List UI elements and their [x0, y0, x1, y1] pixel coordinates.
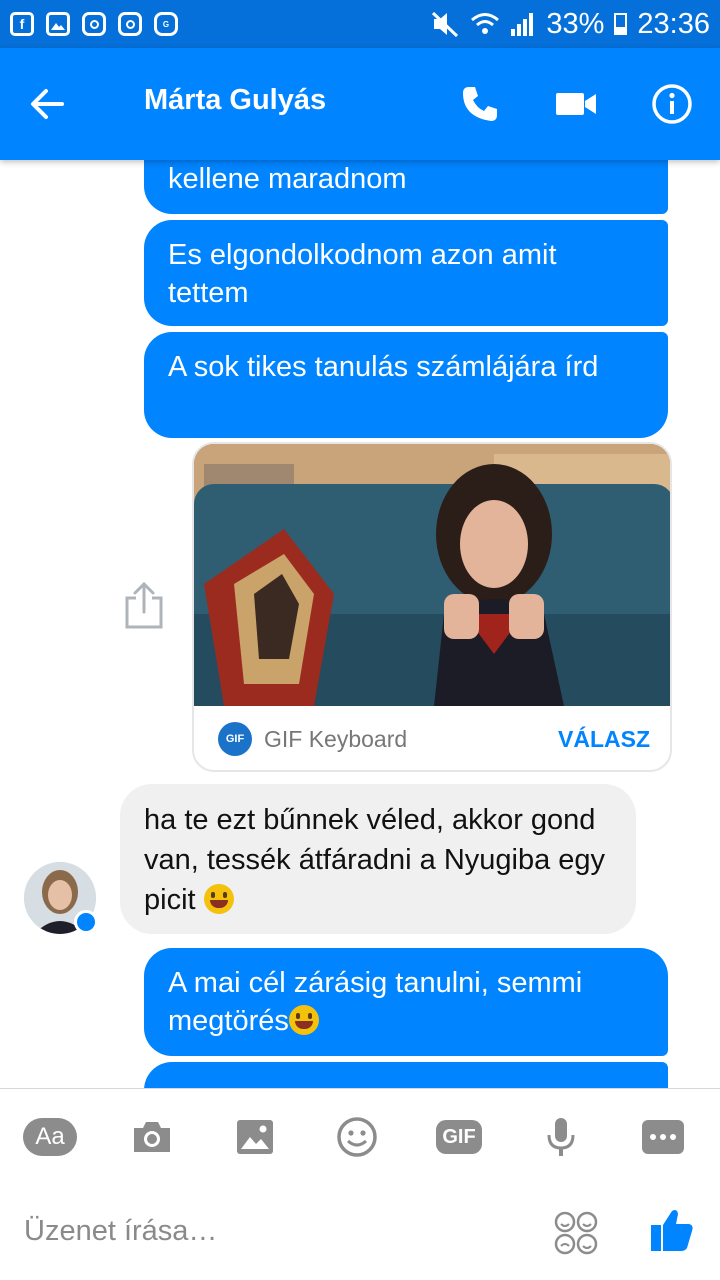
- voice-message-button[interactable]: [533, 1113, 589, 1161]
- gif-source-label: GIF Keyboard: [264, 725, 408, 752]
- stickers-icon: [554, 1211, 598, 1255]
- battery-percent: 33%: [546, 7, 605, 40]
- galaxy-app-icon: G: [154, 12, 178, 36]
- gallery-icon: [46, 12, 70, 36]
- wifi-icon: [471, 13, 500, 34]
- emoji-button[interactable]: [329, 1113, 385, 1161]
- gif-attachment[interactable]: GIF GIF Keyboard VÁLASZ: [192, 442, 672, 772]
- instagram-icon: [118, 12, 142, 36]
- instagram-icon: [82, 12, 106, 36]
- grinning-emoji-icon: [203, 884, 234, 914]
- notification-icons: f G: [10, 12, 178, 36]
- gif-footer: GIF GIF Keyboard VÁLASZ: [194, 706, 670, 770]
- share-button[interactable]: [122, 580, 166, 630]
- outgoing-message-partial[interactable]: [144, 1062, 668, 1088]
- voice-call-button[interactable]: [458, 82, 502, 126]
- info-icon: [652, 84, 692, 124]
- phone-icon: [463, 87, 497, 121]
- more-options-button[interactable]: [635, 1113, 691, 1161]
- mute-icon: [432, 11, 459, 38]
- gif-button[interactable]: GIF: [431, 1113, 487, 1161]
- aa-label: Aa: [23, 1118, 77, 1156]
- video-camera-icon: [556, 93, 596, 115]
- conversation-header: Márta Gulyás: [0, 48, 720, 160]
- back-arrow-icon: [31, 89, 64, 119]
- gif-reply-link[interactable]: VÁLASZ: [558, 726, 650, 753]
- image-icon: [237, 1120, 273, 1154]
- signal-icon: [511, 13, 534, 36]
- contact-name[interactable]: Márta Gulyás: [144, 84, 326, 117]
- grinning-emoji-icon: [288, 1005, 319, 1035]
- camera-icon: [134, 1122, 170, 1152]
- gif-button-label: GIF: [436, 1120, 482, 1154]
- conversation-info-button[interactable]: [650, 82, 694, 126]
- outgoing-message[interactable]: kellene maradnom: [144, 160, 668, 214]
- gallery-button[interactable]: [227, 1113, 283, 1161]
- incoming-message[interactable]: ha te ezt bűnnek véled, akkor gond van, …: [120, 784, 636, 934]
- messenger-badge-icon: [74, 910, 98, 934]
- camera-button[interactable]: [124, 1113, 180, 1161]
- outgoing-message[interactable]: Es elgondolkodnom azon amit tettem: [144, 220, 668, 326]
- share-icon: [125, 581, 163, 629]
- status-bar: f G 33% 23:36: [0, 0, 720, 48]
- more-icon: [642, 1120, 684, 1154]
- avatar[interactable]: [24, 862, 98, 934]
- outgoing-message[interactable]: A sok tikes tanulás számlájára írd: [144, 332, 668, 438]
- like-button[interactable]: [650, 1207, 694, 1253]
- back-button[interactable]: [28, 86, 68, 122]
- clock: 23:36: [637, 7, 710, 40]
- system-status: 33% 23:36: [430, 8, 710, 41]
- video-call-button[interactable]: [554, 82, 598, 126]
- message-input[interactable]: Üzenet írása…: [24, 1215, 524, 1255]
- battery-icon: [614, 13, 628, 35]
- outgoing-message-text: A mai cél zárásig tanulni, semmi megtöré…: [168, 967, 583, 1037]
- gif-image[interactable]: [194, 444, 670, 706]
- stickers-button[interactable]: [554, 1211, 598, 1255]
- thumbs-up-icon: [651, 1210, 693, 1251]
- text-format-button[interactable]: Aa: [22, 1113, 78, 1161]
- facebook-icon: f: [10, 12, 34, 36]
- outgoing-message[interactable]: A mai cél zárásig tanulni, semmi megtöré…: [144, 948, 668, 1056]
- composer: Aa GIF Üzenet írása…: [0, 1088, 720, 1280]
- gif-keyboard-logo: GIF: [218, 722, 252, 756]
- microphone-icon: [547, 1118, 575, 1156]
- emoji-icon: [337, 1117, 377, 1157]
- message-list[interactable]: kellene maradnom Es elgondolkodnom azon …: [0, 160, 720, 1088]
